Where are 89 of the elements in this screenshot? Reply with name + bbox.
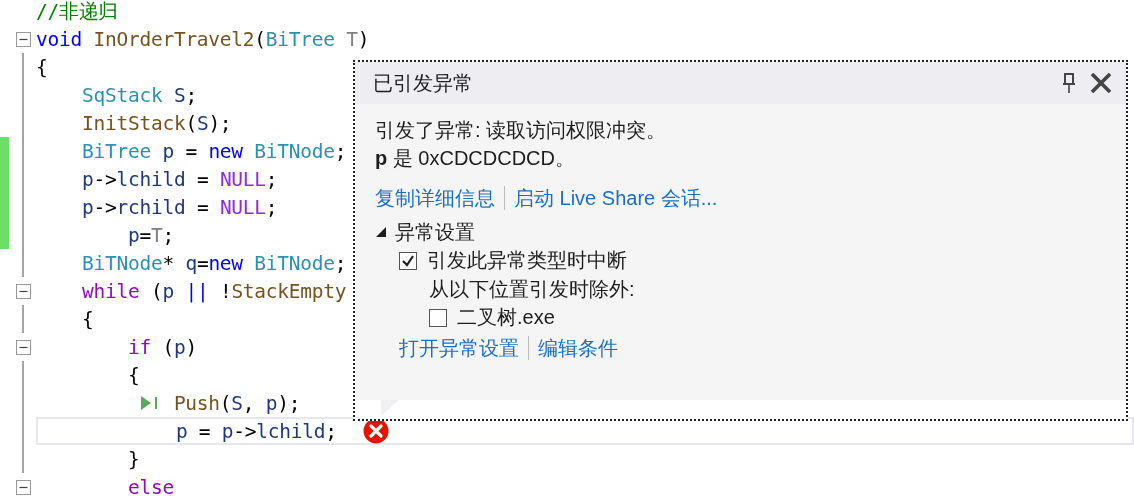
code-token: = <box>184 139 198 163</box>
code-token: { <box>36 55 48 79</box>
code-token: BiTree <box>80 139 151 163</box>
code-token: p <box>161 139 174 163</box>
popup-title: 已引发异常 <box>373 70 474 96</box>
code-token: BiTNode <box>253 251 335 275</box>
settings-heading: 异常设置 <box>395 220 475 245</box>
code-token: -> <box>233 419 257 443</box>
code-token: rchild <box>116 195 186 219</box>
code-token: ( <box>149 279 163 303</box>
code-token: if <box>126 335 151 359</box>
code-token: ; <box>265 195 278 219</box>
code-token: T <box>345 27 358 51</box>
code-token: = <box>195 195 210 219</box>
expanded-triangle-icon[interactable] <box>375 226 387 238</box>
code-token: p <box>80 195 94 219</box>
code-token: BiTNode <box>253 139 335 163</box>
pin-icon[interactable] <box>1062 72 1076 94</box>
exception-detail: p 是 0xCDCDCDCD。 <box>375 146 576 171</box>
code-token: while <box>80 279 140 303</box>
code-token: BiTNode <box>80 251 163 275</box>
code-token: S <box>231 391 243 415</box>
code-token: ! <box>218 279 232 303</box>
settings-link[interactable]: 打开异常设置 <box>399 334 519 362</box>
code-token: T <box>150 223 163 247</box>
code-token: ; <box>334 251 347 275</box>
code-token: p <box>126 223 140 247</box>
collapse-icon[interactable] <box>15 479 31 495</box>
code-token: BiTree <box>265 27 335 51</box>
code-token: NULL <box>219 167 266 191</box>
exception-checkbox[interactable]: 二叉树.exe <box>429 303 1106 332</box>
popup-link[interactable]: 复制详细信息 <box>375 184 495 212</box>
code-token: q <box>185 251 197 275</box>
code-token: ( <box>161 335 174 359</box>
code-token: lchild <box>256 419 326 443</box>
code-token: ; <box>162 223 174 247</box>
code-token: ) <box>357 27 370 51</box>
code-token: S <box>196 111 209 135</box>
break-checkbox[interactable]: 引发此异常类型时中断 <box>399 246 1106 275</box>
code-token: Push <box>172 391 220 415</box>
code-token: SqStack <box>80 83 163 107</box>
code-token: InitStack <box>80 111 186 135</box>
code-token: p <box>265 391 278 415</box>
code-token: * <box>162 251 175 275</box>
code-token: lchild <box>116 167 186 191</box>
code-token: S <box>172 83 186 107</box>
code-token: , <box>242 391 256 415</box>
except-label: 从以下位置引发时除外: <box>429 277 636 302</box>
code-token: ( <box>185 111 197 135</box>
code-token: = <box>196 251 209 275</box>
settings-link[interactable]: 编辑条件 <box>538 334 618 362</box>
code-token: new <box>208 251 243 275</box>
code-token: else <box>126 475 174 499</box>
code-token: new <box>208 139 243 163</box>
exception-message: 引发了异常: 读取访问权限冲突。 <box>375 118 668 143</box>
code-token: StackEmpty <box>231 279 347 303</box>
code-token: InOrderTravel2 <box>92 27 255 51</box>
collapse-icon[interactable] <box>15 339 31 355</box>
checkmark-icon <box>401 253 415 268</box>
code-token: p <box>173 335 186 359</box>
code-token: } <box>126 447 140 471</box>
code-token: -> <box>93 167 117 191</box>
code-token: = <box>197 419 212 443</box>
popup-link[interactable]: 启动 Live Share 会话... <box>514 184 718 212</box>
code-token: = <box>139 223 151 247</box>
code-token: p <box>221 419 234 443</box>
code-token: { <box>126 363 140 387</box>
code-token: ; <box>325 419 337 443</box>
code-token: ); <box>277 391 301 415</box>
close-icon[interactable] <box>1090 73 1112 93</box>
code-token: || <box>184 279 209 303</box>
code-token: void <box>36 27 82 51</box>
collapse-icon[interactable] <box>15 283 31 299</box>
code-token: { <box>80 307 94 331</box>
code-token: p <box>174 419 188 443</box>
code-token: ; <box>265 167 278 191</box>
code-token: NULL <box>219 195 266 219</box>
code-token: ( <box>219 391 232 415</box>
code-token: -> <box>93 195 117 219</box>
code-token: ( <box>254 27 266 51</box>
code-token: p <box>162 279 174 303</box>
code-token: ); <box>208 111 232 135</box>
code-token: ; <box>185 83 197 107</box>
code-token: p <box>80 167 94 191</box>
code-comment: //非递归 <box>36 0 119 25</box>
code-token: ) <box>185 335 197 359</box>
collapse-icon[interactable] <box>15 31 31 47</box>
code-token: ; <box>334 139 347 163</box>
code-token: = <box>195 167 210 191</box>
